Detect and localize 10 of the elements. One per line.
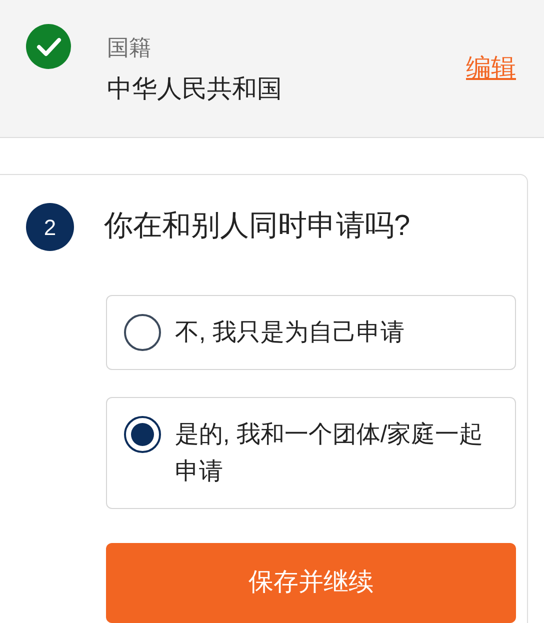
field-value: 中华人民共和国 [107,74,283,104]
field-label: 国籍 [107,34,152,62]
option-label: 是的, 我和一个团体/家庭一起申请 [175,420,484,487]
step-number: 2 [26,203,74,251]
radio-option[interactable]: 是的, 我和一个团体/家庭一起申请 [106,397,516,509]
option-label: 不, 我只是为自己申请 [175,318,404,348]
radio-button[interactable] [124,314,161,351]
radio-option[interactable]: 不, 我只是为自己申请 [106,295,516,370]
question-text: 你在和别人同时申请吗? [104,209,410,244]
radio-button[interactable] [124,416,161,453]
